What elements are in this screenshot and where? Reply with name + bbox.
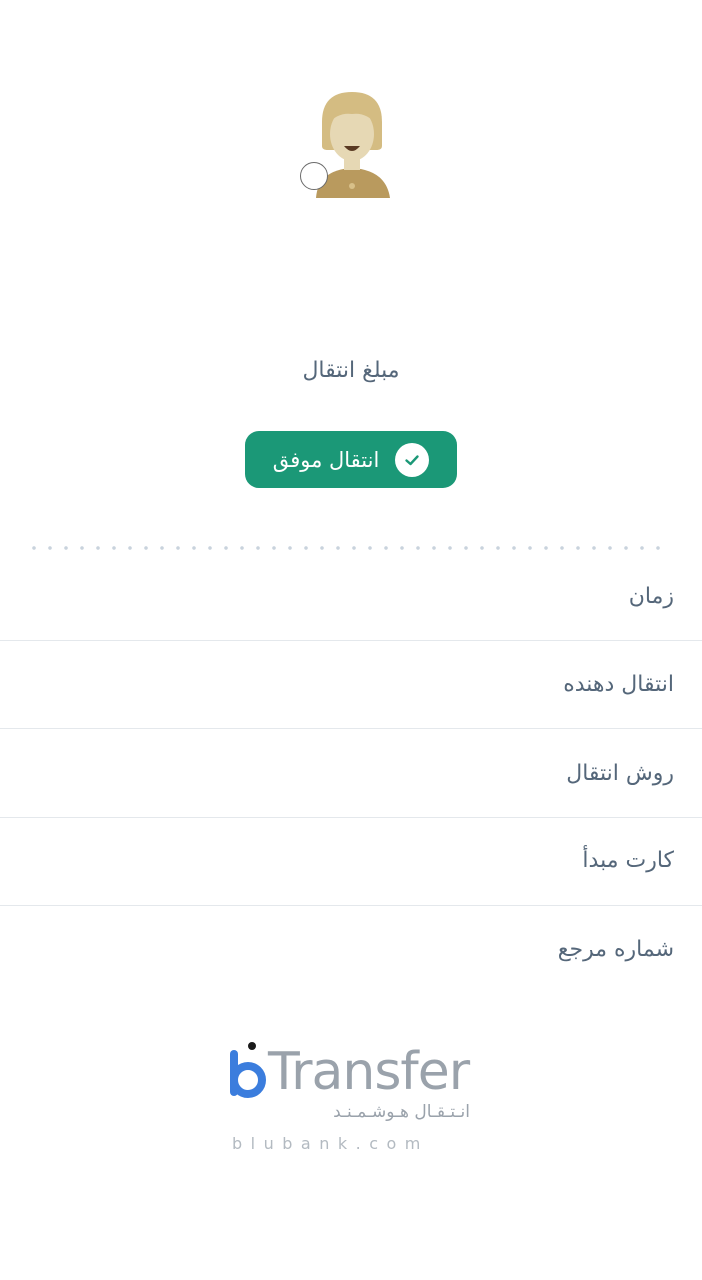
detail-row-reference-number: شماره مرجع xyxy=(0,906,702,996)
transfer-amount-label: مبلغ انتقال xyxy=(302,358,400,383)
logo-domain: blubank.com xyxy=(232,1134,429,1153)
logo-tagline: انـتـقـال هـوشـمـنـد xyxy=(333,1102,470,1122)
detail-row-method: روش انتقال xyxy=(0,729,702,818)
detail-label: روش انتقال xyxy=(566,761,674,786)
detail-label: زمان xyxy=(628,584,674,609)
detail-row-time: زمان xyxy=(0,554,702,641)
detail-row-sender: انتقال دهنده xyxy=(0,641,702,729)
detail-label: کارت مبدأ xyxy=(582,848,674,873)
avatar-badge xyxy=(300,162,328,190)
b-logo-icon xyxy=(230,1042,266,1098)
detail-label: شماره مرجع xyxy=(557,937,674,962)
btransfer-logo: Transfer انـتـقـال هـوشـمـنـد blubank.co… xyxy=(228,1034,478,1159)
detail-row-source-card: کارت مبدأ xyxy=(0,818,702,906)
dotted-divider xyxy=(26,545,666,551)
transfer-details: زمان انتقال دهنده روش انتقال کارت مبدأ ش… xyxy=(0,554,702,996)
status-badge: انتقال موفق xyxy=(245,431,457,488)
detail-label: انتقال دهنده xyxy=(563,672,674,697)
logo-wordmark: Transfer xyxy=(268,1042,470,1102)
status-label: انتقال موفق xyxy=(272,447,380,472)
check-icon xyxy=(395,442,430,477)
